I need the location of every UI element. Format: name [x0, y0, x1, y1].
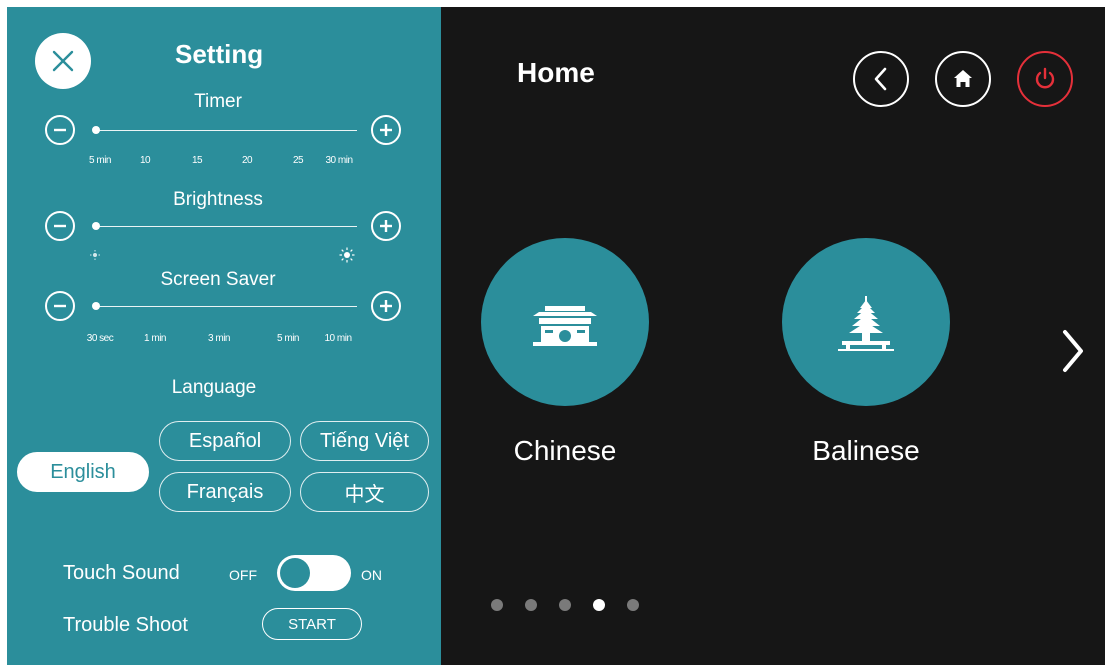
home-button[interactable]: [935, 51, 991, 107]
timer-tick: 25: [292, 155, 304, 166]
timer-slider-knob[interactable]: [92, 126, 100, 134]
touch-sound-off-label: OFF: [229, 567, 257, 583]
timer-label: Timer: [194, 91, 242, 112]
high-brightness-icon: [339, 247, 355, 263]
timer-tick: 15: [191, 155, 203, 166]
low-brightness-icon: [90, 250, 100, 260]
screen-saver-label: Screen Saver: [160, 269, 276, 290]
page-dot[interactable]: [525, 599, 537, 611]
touch-sound-on-label: ON: [361, 567, 382, 583]
page-dot[interactable]: [627, 599, 639, 611]
minus-icon: [54, 224, 66, 228]
chevron-left-icon: [874, 67, 887, 91]
toggle-thumb: [280, 558, 310, 588]
plus-icon: [380, 300, 392, 312]
home-icon: [954, 70, 972, 87]
language-option-francais[interactable]: Français: [159, 472, 291, 512]
screen-saver-tick: 5 min: [277, 333, 299, 344]
page-dot-active[interactable]: [593, 599, 605, 611]
screen-saver-decrease-button[interactable]: [45, 291, 75, 321]
screen-saver-tick: 3 min: [208, 333, 230, 344]
close-button[interactable]: [35, 33, 91, 89]
settings-panel: Setting Timer 5 min 10 15 20 25 30 min B…: [7, 7, 441, 665]
timer-tick: 20: [241, 155, 253, 166]
plus-icon: [380, 124, 392, 136]
screen-saver-slider-knob[interactable]: [92, 302, 100, 310]
home-panel: Home Chinese Balinese: [441, 7, 1105, 665]
screen-saver-tick: 10 min: [324, 333, 352, 344]
page-dot[interactable]: [559, 599, 571, 611]
power-button[interactable]: [1017, 51, 1073, 107]
balinese-pagoda-icon: [838, 296, 894, 351]
language-option-chinese[interactable]: 中文: [300, 472, 429, 512]
timer-slider-track[interactable]: [95, 130, 357, 131]
page-title: Home: [517, 57, 595, 88]
power-icon: [1035, 67, 1055, 89]
cuisine-chinese-button[interactable]: [481, 238, 649, 406]
brightness-increase-button[interactable]: [371, 211, 401, 241]
language-option-espanol[interactable]: Español: [159, 421, 291, 461]
screen-saver-tick: 1 min: [144, 333, 166, 344]
cuisine-chinese-label: Chinese: [513, 435, 617, 466]
back-button[interactable]: [853, 51, 909, 107]
touch-sound-label: Touch Sound: [63, 562, 180, 584]
brightness-slider-knob[interactable]: [92, 222, 100, 230]
cuisine-balinese-label: Balinese: [812, 435, 920, 466]
trouble-shoot-label: Trouble Shoot: [63, 614, 188, 636]
minus-icon: [54, 128, 66, 132]
language-option-english[interactable]: English: [17, 452, 149, 492]
touch-sound-toggle[interactable]: [277, 555, 351, 591]
trouble-shoot-start-button[interactable]: START: [262, 608, 362, 640]
language-label: Language: [171, 377, 257, 398]
language-option-tieng-viet[interactable]: Tiếng Việt: [300, 421, 429, 461]
settings-title: Setting: [175, 39, 264, 69]
timer-decrease-button[interactable]: [45, 115, 75, 145]
cuisine-balinese-button[interactable]: [782, 238, 950, 406]
minus-icon: [54, 304, 66, 308]
timer-tick: 10: [139, 155, 151, 166]
screen-saver-tick: 30 sec: [86, 333, 114, 344]
brightness-decrease-button[interactable]: [45, 211, 75, 241]
timer-tick: 30 min: [325, 155, 353, 166]
chinese-gate-icon: [533, 306, 597, 346]
timer-increase-button[interactable]: [371, 115, 401, 145]
brightness-slider-track[interactable]: [95, 226, 357, 227]
brightness-label: Brightness: [173, 189, 263, 210]
screen-saver-slider-track[interactable]: [95, 306, 357, 307]
plus-icon: [380, 220, 392, 232]
page-dot[interactable]: [491, 599, 503, 611]
close-icon: [52, 50, 74, 72]
chevron-right-icon[interactable]: [1057, 326, 1087, 376]
timer-tick: 5 min: [89, 155, 111, 166]
screen-saver-increase-button[interactable]: [371, 291, 401, 321]
